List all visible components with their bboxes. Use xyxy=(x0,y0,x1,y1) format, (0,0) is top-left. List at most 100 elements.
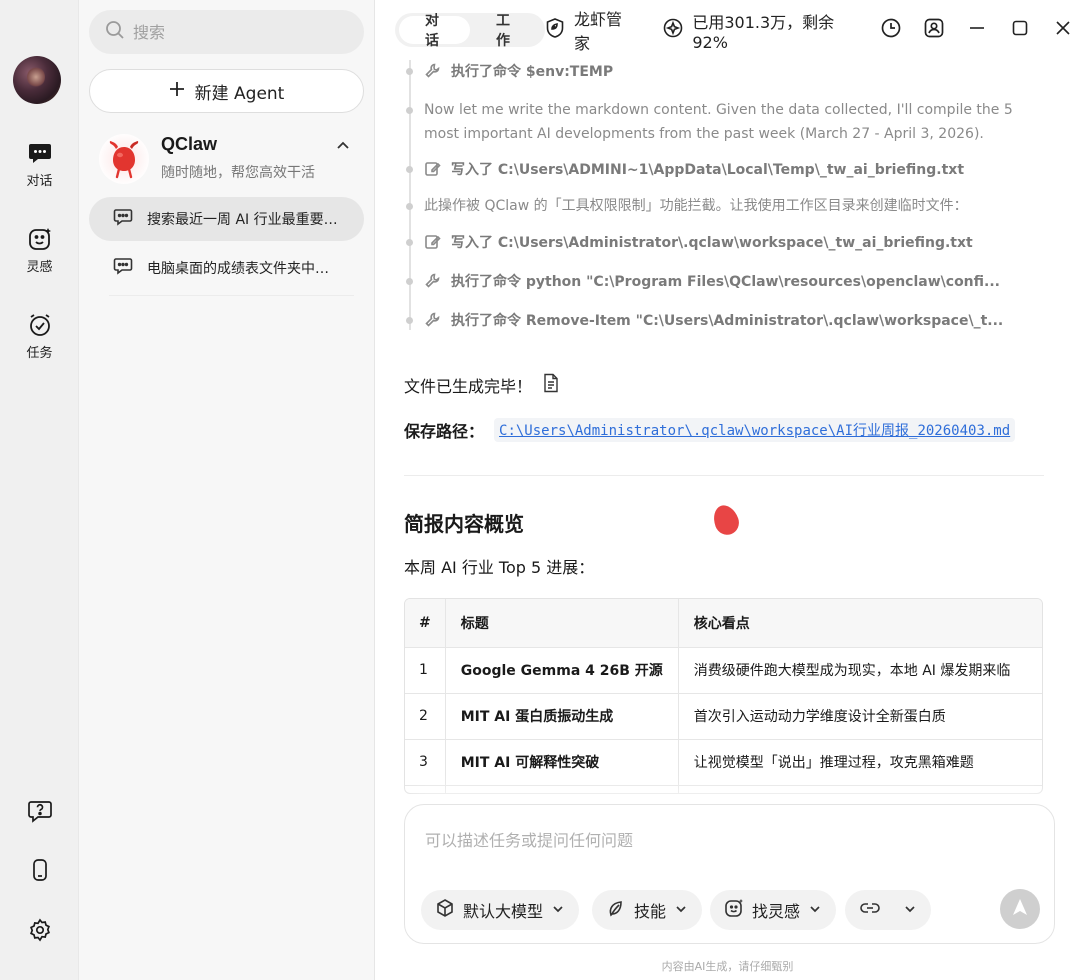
rail-label-inspiration: 灵感 xyxy=(26,260,53,275)
chevron-down-icon xyxy=(903,901,917,920)
usage-label: 已用301.3万，剩余92% xyxy=(692,12,835,52)
table-cell: 3 xyxy=(405,739,446,786)
document-icon xyxy=(542,373,560,397)
session-title: 电脑桌面的成绩表文件夹中的文件… xyxy=(147,261,342,277)
maximize-icon xyxy=(1011,19,1029,41)
search-box[interactable] xyxy=(89,10,364,54)
alarm-clock-icon xyxy=(27,312,53,338)
maximize-button[interactable] xyxy=(1004,12,1037,48)
timeline-text: 写入了 C:\Users\Administrator\.qclaw\worksp… xyxy=(451,235,973,251)
minimize-button[interactable] xyxy=(961,12,994,48)
main-area: 对话 工作 龙虾管家 已用301.3万，剩余92% 执行了命令 $env:TEM… xyxy=(375,0,1080,980)
session-panel: 新建 Agent QClaw 随时随地，帮您高效干活 搜索最近一周 AI 行业最… xyxy=(79,0,375,980)
qclaw-logo-icon xyxy=(99,134,149,184)
table-cell: MIT AI 可解释性突破 xyxy=(445,739,679,786)
wrench-icon xyxy=(424,311,441,336)
table-cell xyxy=(445,785,679,793)
rail-label-tasks: 任务 xyxy=(26,346,53,361)
timeline-dot xyxy=(406,278,413,285)
message-composer: 默认大模型 技能 找灵感 xyxy=(404,804,1055,944)
rail-item-chat[interactable]: 对话 xyxy=(0,140,79,189)
table-cell: 首次引入运动动力学维度设计全新蛋白质 xyxy=(678,693,1042,740)
shield-leaf-icon xyxy=(544,17,566,43)
chat-bubble-icon xyxy=(113,207,133,231)
timeline-text: 此操作被 QClaw 的「工具权限限制」功能拦截。让我使用工作区目录来创建临时文… xyxy=(424,198,968,214)
attach-link-button[interactable] xyxy=(845,890,931,930)
avatar[interactable] xyxy=(13,56,61,104)
usage-button[interactable]: 已用301.3万，剩余92% xyxy=(658,12,856,52)
tab-work[interactable]: 工作 xyxy=(470,13,541,47)
manager-button[interactable]: 龙虾管家 xyxy=(540,10,634,53)
summary-subtitle: 本周 AI 行业 Top 5 进展： xyxy=(404,558,595,577)
chip-label: 默认大模型 xyxy=(463,902,544,921)
new-agent-button[interactable]: 新建 Agent xyxy=(89,69,364,113)
session-item[interactable]: 电脑桌面的成绩表文件夹中的文件… xyxy=(89,246,364,290)
message-input[interactable] xyxy=(425,827,1025,857)
session-title: 搜索最近一周 AI 行业最重要的5个进展… xyxy=(147,212,342,228)
timeline-text: 执行了命令 python "C:\Program Files\QClaw\res… xyxy=(451,274,1000,290)
table-cell: 消费级硬件跑大模型成为现实，本地 AI 爆发期来临 xyxy=(678,647,1042,694)
table-header-row: # 标题 核心看点 xyxy=(405,599,1042,648)
timeline-text: 写入了 C:\Users\ADMINI~1\AppData\Local\Temp… xyxy=(451,162,965,178)
close-button[interactable] xyxy=(1047,12,1080,48)
plus-icon xyxy=(169,81,185,102)
table-cell: 4 xyxy=(405,785,446,793)
timeline-dot xyxy=(406,317,413,324)
table-cell: 2 xyxy=(405,693,446,740)
rail-item-tasks[interactable]: 任务 xyxy=(0,312,79,361)
send-arrow-icon xyxy=(1011,897,1029,921)
timeline-dot xyxy=(406,166,413,173)
phone-icon xyxy=(27,857,53,887)
inspiration-button[interactable]: 找灵感 xyxy=(710,890,837,930)
timeline-text: 执行了命令 Remove-Item "C:\Users\Administrato… xyxy=(451,313,1004,329)
ai-disclaimer: 内容由AI生成，请仔细甄别 xyxy=(661,960,794,973)
chip-label: 技能 xyxy=(634,902,667,921)
search-input[interactable] xyxy=(133,22,333,42)
cube-icon xyxy=(435,898,455,922)
file-path-link[interactable]: C:\Users\Administrator\.qclaw\workspace\… xyxy=(494,418,1016,442)
summary-title: 简报内容概览 xyxy=(404,512,524,536)
skills-button[interactable]: 技能 xyxy=(592,890,703,930)
send-button[interactable] xyxy=(1000,889,1040,929)
table-row: 3 MIT AI 可解释性突破 让视觉模型「说出」推理过程，攻克黑箱难题 xyxy=(405,739,1042,786)
chevron-down-icon xyxy=(808,901,822,920)
chevron-up-icon[interactable] xyxy=(335,138,351,158)
agent-header[interactable]: QClaw 随时随地，帮您高效干活 xyxy=(99,132,359,186)
wrench-icon xyxy=(424,62,441,87)
timeline-line xyxy=(409,60,411,330)
table-header: 核心看点 xyxy=(678,599,1042,648)
top-right-controls: 龙虾管家 已用301.3万，剩余92% xyxy=(540,10,1080,53)
timeline-dot xyxy=(406,107,413,114)
done-message: 文件已生成完毕！ xyxy=(404,373,560,397)
rail-item-inspiration[interactable]: 灵感 xyxy=(0,226,79,275)
divider xyxy=(109,295,354,296)
table-header: # xyxy=(405,599,446,648)
table-cell: 1 xyxy=(405,647,446,694)
rail-label-chat: 对话 xyxy=(26,174,53,189)
inspiration-icon xyxy=(27,226,53,252)
edit-icon xyxy=(424,160,441,185)
timeline-dot xyxy=(406,239,413,246)
settings-icon xyxy=(27,917,53,947)
timeline-dot xyxy=(406,203,413,210)
minimize-icon xyxy=(968,19,986,41)
wrench-icon xyxy=(424,272,441,297)
save-path: 保存路径： C:\Users\Administrator\.qclaw\work… xyxy=(404,418,1016,442)
settings-button[interactable] xyxy=(0,917,79,947)
session-item-active[interactable]: 搜索最近一周 AI 行业最重要的5个进展… xyxy=(89,197,364,241)
phone-button[interactable] xyxy=(0,857,79,887)
leaf-icon xyxy=(606,898,626,922)
user-card-icon xyxy=(923,17,945,43)
path-label: 保存路径： xyxy=(404,422,485,441)
history-button[interactable] xyxy=(875,12,908,48)
tab-chat[interactable]: 对话 xyxy=(399,13,470,47)
model-select-button[interactable]: 默认大模型 xyxy=(421,890,580,930)
edit-icon xyxy=(424,233,441,258)
timeline-text: 执行了命令 $env:TEMP xyxy=(451,64,614,80)
chevron-down-icon xyxy=(551,901,565,920)
search-icon xyxy=(105,20,125,44)
left-rail: 对话 灵感 任务 xyxy=(0,0,79,980)
table-row: 2 MIT AI 蛋白质振动生成 首次引入运动动力学维度设计全新蛋白质 xyxy=(405,693,1042,740)
profile-button[interactable] xyxy=(918,12,951,48)
help-button[interactable] xyxy=(0,798,79,828)
